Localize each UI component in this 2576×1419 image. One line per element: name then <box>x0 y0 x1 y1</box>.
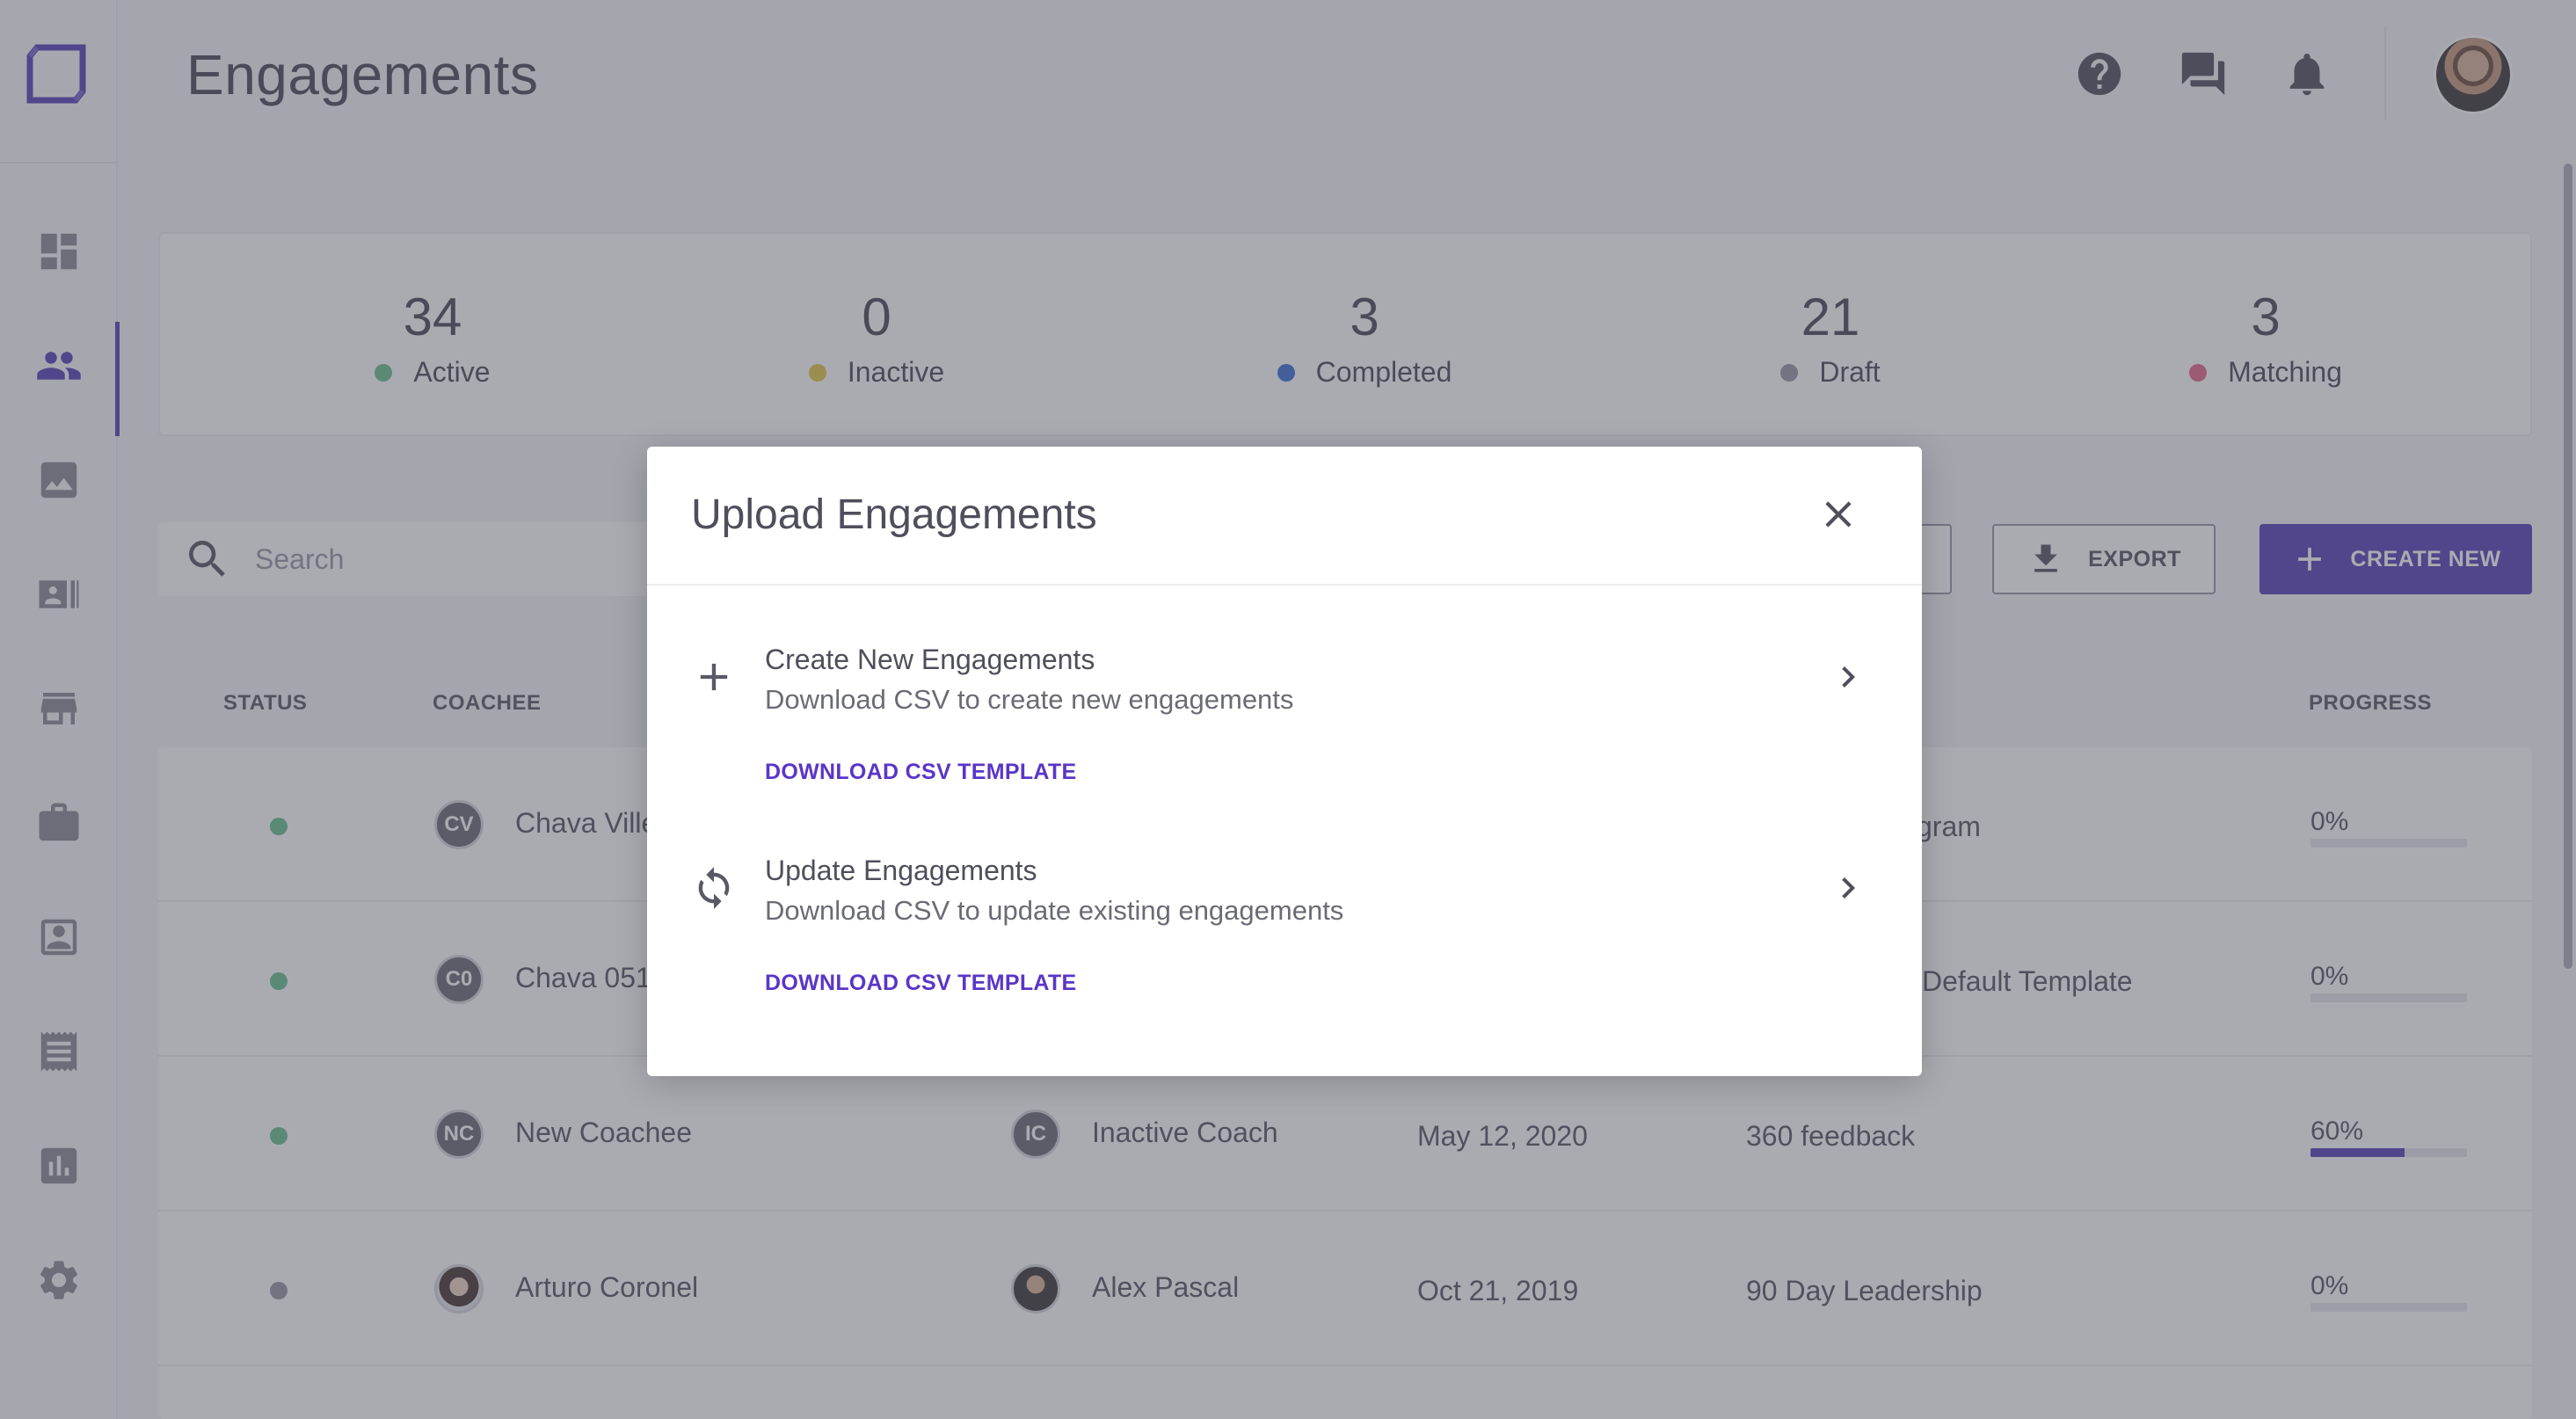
download-csv-template-link[interactable]: DOWNLOAD CSV TEMPLATE <box>765 971 1076 996</box>
update-option-description: Download CSV to update existing engageme… <box>765 895 1344 926</box>
chevron-right-icon <box>1842 877 1855 899</box>
update-option-icon <box>691 865 737 911</box>
create-option-chevron[interactable] <box>1827 656 1869 698</box>
close-button[interactable] <box>1816 492 1860 536</box>
plus-icon <box>700 663 728 691</box>
create-option-title[interactable]: Create New Engagements <box>765 644 1095 676</box>
upload-engagements-dialog: Upload Engagements Create New Engagement… <box>647 447 1922 1076</box>
create-option-icon <box>691 654 737 700</box>
sync-icon <box>698 867 730 909</box>
dialog-divider <box>647 584 1922 586</box>
create-option-description: Download CSV to create new engagements <box>765 684 1294 715</box>
update-option-chevron[interactable] <box>1827 867 1869 909</box>
close-icon <box>1825 501 1852 528</box>
scrollbar[interactable] <box>2564 164 2572 969</box>
chevron-right-icon <box>1842 666 1855 688</box>
dialog-title: Upload Engagements <box>691 491 1097 538</box>
download-csv-template-link[interactable]: DOWNLOAD CSV TEMPLATE <box>765 760 1076 785</box>
update-option-title[interactable]: Update Engagements <box>765 855 1037 887</box>
